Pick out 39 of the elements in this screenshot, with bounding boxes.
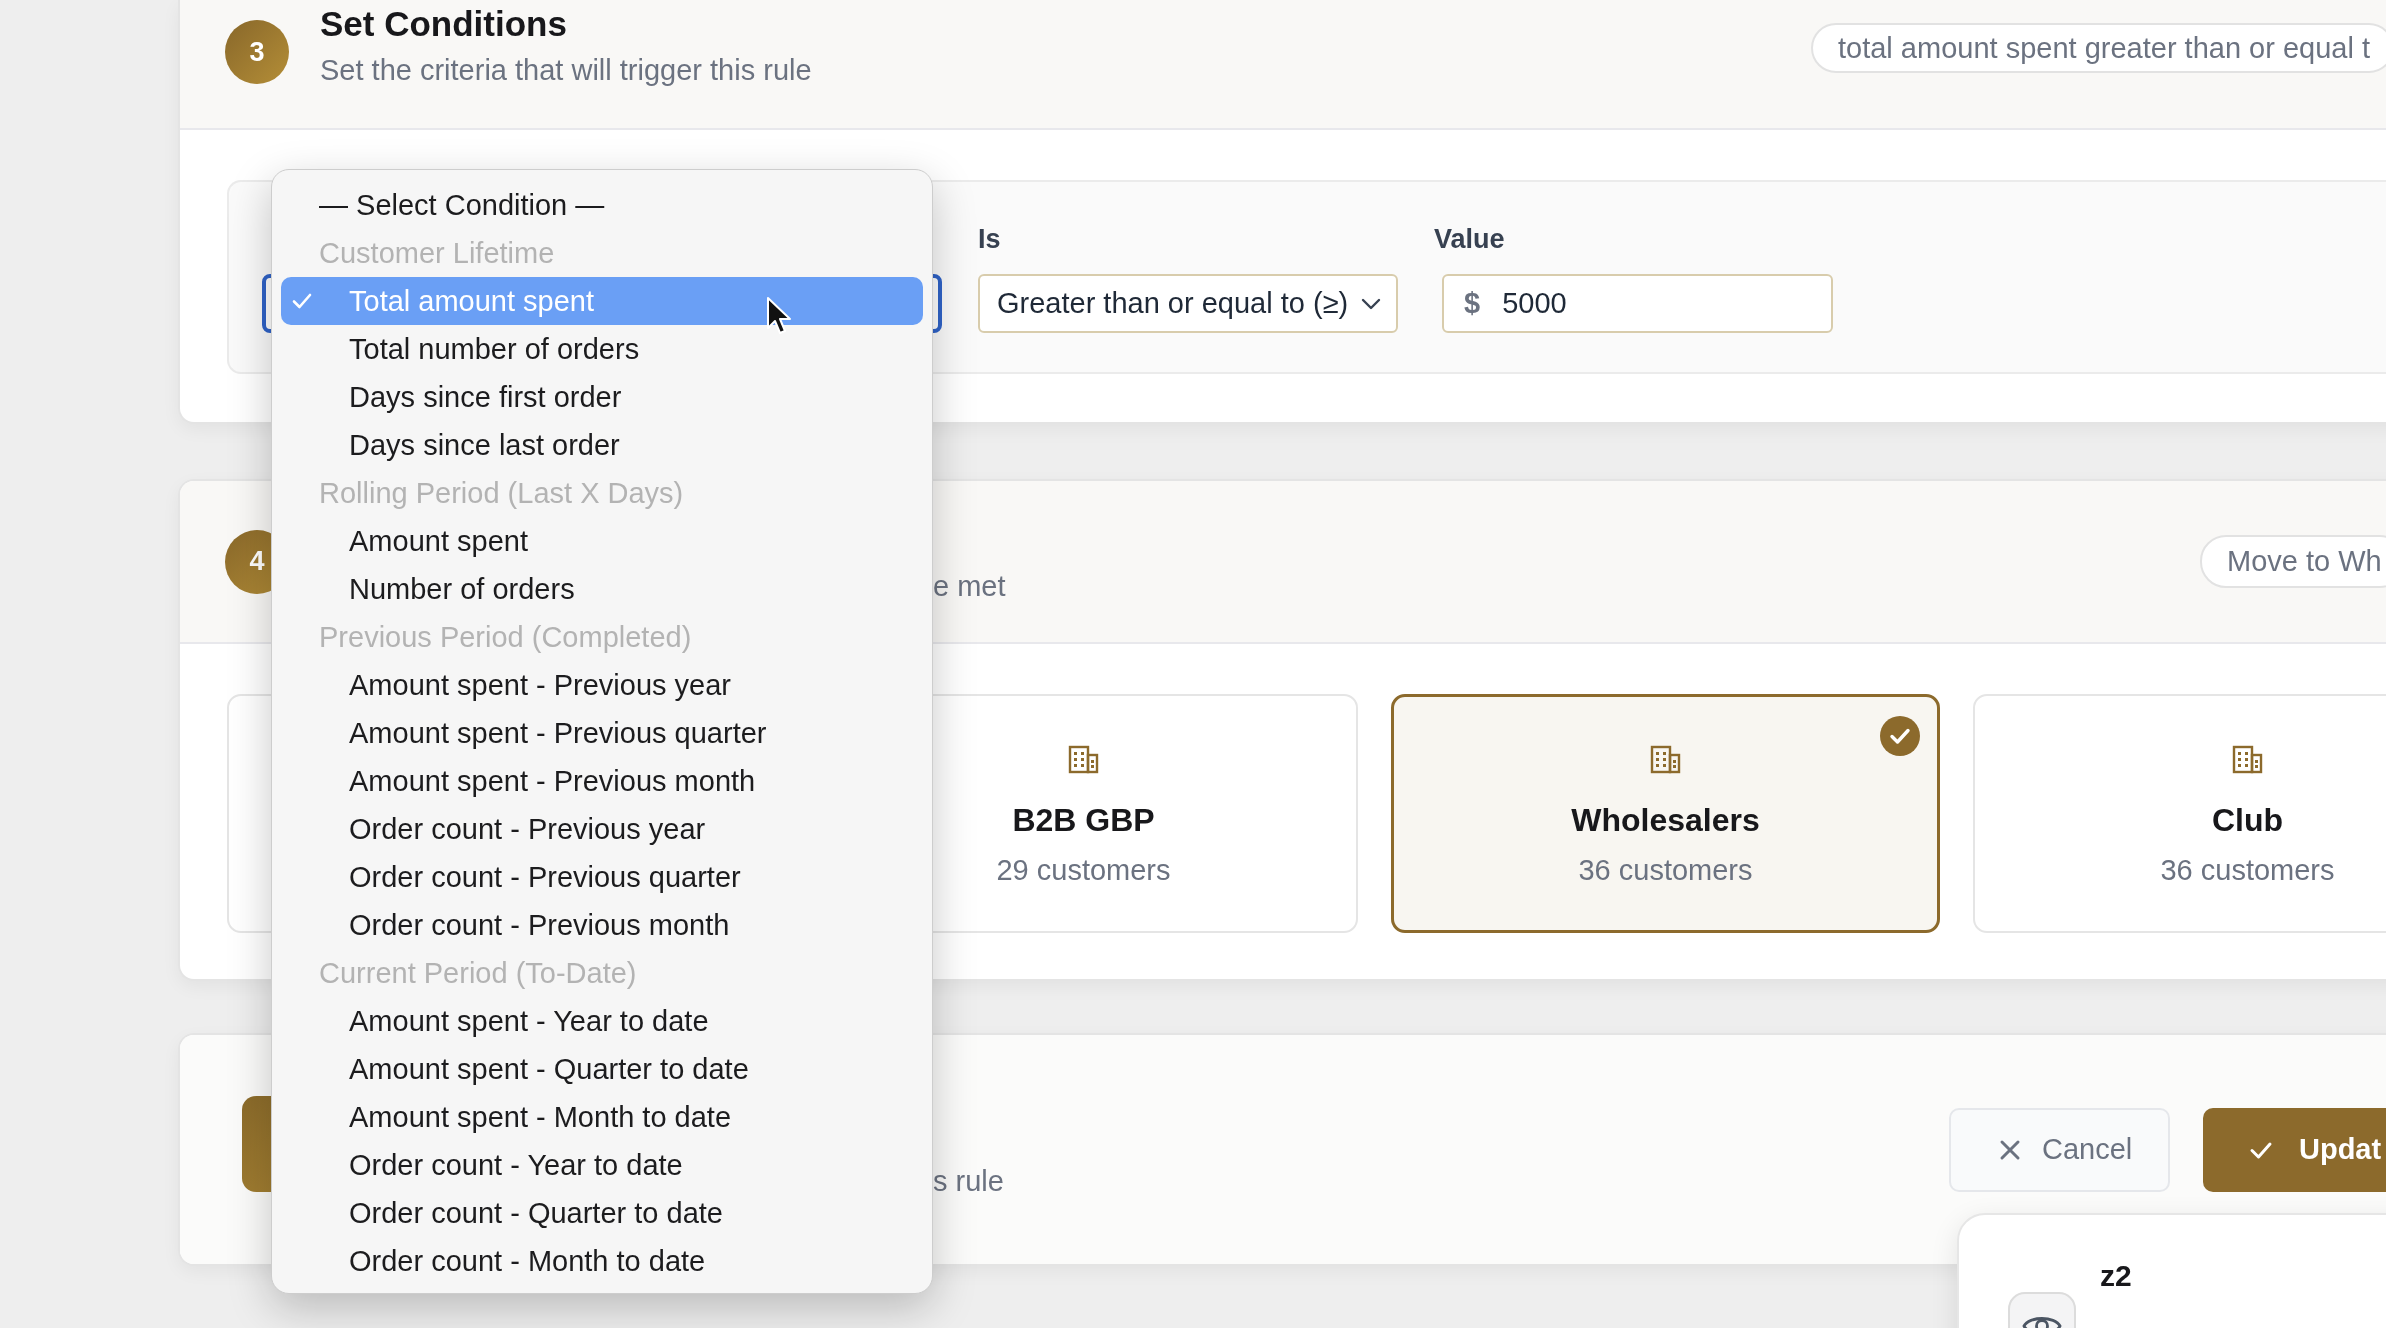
step-title: Set Conditions: [320, 4, 568, 44]
check-icon: [292, 291, 312, 311]
check-circle-icon: [1880, 716, 1920, 756]
value-input[interactable]: $ 5000: [1442, 274, 1833, 333]
segment-name: Club: [2211, 801, 2284, 839]
menu-group-label: Customer Lifetime: [318, 235, 556, 271]
step-subtitle: Set the criteria that will trigger this rule: [320, 53, 813, 87]
customer-count: 36 customers: [1578, 853, 1753, 887]
menu-option[interactable]: Amount spent - Month to date: [281, 1093, 923, 1141]
menu-group-label: Previous Period (Completed): [318, 619, 693, 655]
menu-option[interactable]: Days since first order: [281, 373, 923, 421]
menu-option[interactable]: — Select Condition —: [281, 181, 923, 229]
rule-name: z2: [2100, 1258, 2132, 1294]
update-button[interactable]: Updat: [2203, 1107, 2386, 1192]
segment-name: B2B GBP: [1012, 801, 1155, 839]
field-label: Is: [978, 223, 1002, 255]
segment-name: Wholesalers: [1571, 801, 1760, 839]
menu-group-label: Rolling Period (Last X Days): [318, 475, 685, 511]
customer-count: 29 customers: [996, 853, 1171, 887]
action-summary: Move to Wh: [2200, 535, 2386, 588]
menu-option[interactable]: Amount spent - Year to date: [281, 997, 923, 1045]
menu-option[interactable]: Order count - Quarter to date: [281, 1189, 923, 1237]
step-subtitle: e met: [933, 568, 1007, 603]
step-subtitle: s rule: [933, 1163, 1005, 1198]
menu-option[interactable]: Amount spent - Quarter to date: [281, 1045, 923, 1093]
menu-option[interactable]: Total number of orders: [281, 325, 923, 373]
mouse-pointer-icon: [766, 296, 792, 336]
condition-summary: total amount spent greater than or equal t: [1811, 23, 2386, 73]
step-number: 3: [225, 20, 289, 84]
operator-select[interactable]: Greater than or equal to (≥): [978, 274, 1398, 333]
customer-count: 36 customers: [2160, 853, 2335, 887]
menu-option[interactable]: Days since last order: [281, 421, 923, 469]
segment-card[interactable]: Wholesalers 36 customers: [1391, 694, 1940, 933]
menu-option[interactable]: Order count - Year to date: [281, 1141, 923, 1189]
segment-card[interactable]: Club 36 customers: [1973, 694, 2386, 933]
field-label: Value: [1434, 223, 1506, 255]
menu-group-label: Current Period (To-Date): [318, 955, 638, 991]
menu-option[interactable]: Order count - Month to date: [281, 1237, 923, 1285]
cancel-button[interactable]: Cancel: [1949, 1107, 2170, 1192]
